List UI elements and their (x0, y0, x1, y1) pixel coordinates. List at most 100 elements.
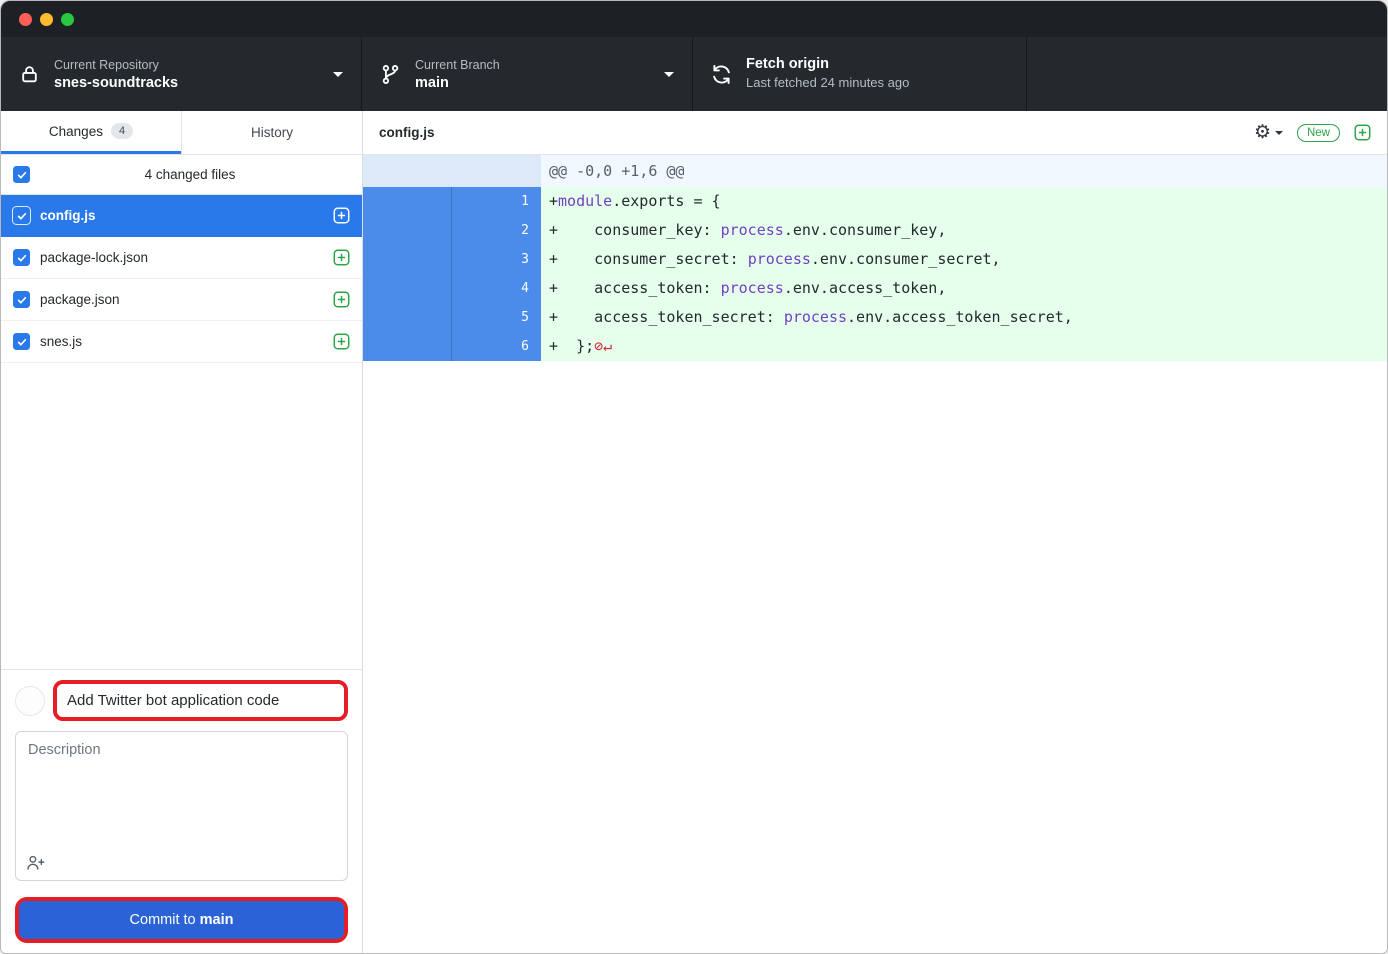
diff-actions: ⚙ New (1254, 123, 1371, 142)
diff-pane: config.js ⚙ New (363, 111, 1387, 953)
diff-line-gutter[interactable]: 1 (363, 187, 541, 216)
file-row[interactable]: package-lock.json (1, 237, 362, 279)
file-name: snes.js (40, 334, 323, 349)
old-line-number (363, 332, 452, 361)
file-added-icon (333, 249, 350, 266)
diff-line-gutter[interactable]: 3 (363, 245, 541, 274)
file-checkbox[interactable] (13, 291, 30, 308)
new-line-number: 1 (452, 187, 541, 216)
titlebar (1, 1, 1387, 37)
commit-button[interactable]: Commit to main (19, 901, 344, 939)
diff-line-code: + consumer_key: process.env.consumer_key… (541, 216, 1387, 245)
commit-description-input[interactable] (16, 732, 347, 880)
toolbar: Current Repository snes-soundtracks Curr… (1, 37, 1387, 111)
changed-files-count: 4 changed files (30, 167, 350, 182)
new-file-badge: New (1297, 124, 1340, 142)
fetch-label: Fetch origin (746, 56, 909, 72)
fetch-sublabel: Last fetched 24 minutes ago (746, 75, 909, 90)
changed-files-header: 4 changed files (1, 155, 362, 195)
close-window-button[interactable] (19, 13, 32, 26)
chevron-down-icon (664, 72, 674, 77)
tab-changes-label: Changes (49, 124, 103, 139)
changes-count-badge: 4 (111, 123, 133, 139)
diff-line-code: + consumer_secret: process.env.consumer_… (541, 245, 1387, 274)
sync-icon (711, 64, 732, 85)
diff-line-gutter[interactable]: 4 (363, 274, 541, 303)
file-checkbox[interactable] (13, 249, 30, 266)
diff-line: 3 + consumer_secret: process.env.consume… (363, 245, 1387, 274)
diff-line-gutter[interactable]: 6 (363, 332, 541, 361)
plus-square-icon (1354, 124, 1371, 141)
new-line-number: 3 (452, 245, 541, 274)
new-line-number: 4 (452, 274, 541, 303)
diff-line: 2 + consumer_key: process.env.consumer_k… (363, 216, 1387, 245)
diff-lines: 1 +module.exports = { 2 + consumer_key: … (363, 187, 1387, 361)
branch-name: main (415, 75, 500, 91)
tab-changes[interactable]: Changes 4 (1, 111, 181, 154)
git-branch-icon (380, 64, 401, 85)
fetch-origin-button[interactable]: Fetch origin Last fetched 24 minutes ago (693, 37, 1027, 111)
file-added-icon (333, 207, 350, 224)
repository-label: Current Repository (54, 58, 178, 72)
file-row[interactable]: config.js (1, 195, 362, 237)
lock-icon (19, 64, 40, 85)
diff-options-button[interactable]: ⚙ (1254, 123, 1283, 142)
old-line-number (363, 187, 452, 216)
new-line-number: 6 (452, 332, 541, 361)
gear-icon: ⚙ (1254, 123, 1271, 142)
diff-line-code: + access_token: process.env.access_token… (541, 274, 1387, 303)
annotation-highlight-summary (53, 680, 348, 721)
file-list: config.js package-lock.json package.json (1, 195, 362, 669)
file-name: package-lock.json (40, 250, 323, 265)
diff-line-gutter[interactable]: 2 (363, 216, 541, 245)
diff-line-gutter[interactable]: 5 (363, 303, 541, 332)
current-repository-dropdown[interactable]: Current Repository snes-soundtracks (1, 37, 362, 111)
main-content: Changes 4 History 4 changed files config… (1, 111, 1387, 953)
annotation-highlight-commit: Commit to main (15, 897, 348, 943)
current-branch-dropdown[interactable]: Current Branch main (362, 37, 693, 111)
diff-line-code: +module.exports = { (541, 187, 1387, 216)
branch-label: Current Branch (415, 58, 500, 72)
file-checkbox[interactable] (13, 207, 30, 224)
diff-header: config.js ⚙ New (363, 111, 1387, 155)
chevron-down-icon (333, 72, 343, 77)
file-added-icon (333, 333, 350, 350)
minimize-window-button[interactable] (40, 13, 53, 26)
diff-file-name: config.js (379, 125, 1254, 140)
old-line-number (363, 245, 452, 274)
chevron-down-icon (1275, 131, 1283, 135)
new-line-number: 5 (452, 303, 541, 332)
file-name: package.json (40, 292, 323, 307)
summary-row (15, 680, 348, 721)
zoom-window-button[interactable] (61, 13, 74, 26)
commit-summary-input[interactable] (57, 684, 344, 717)
file-added-icon (333, 291, 350, 308)
diff-body: @@ -0,0 +1,6 @@ 1 +module.exports = { 2 … (363, 155, 1387, 953)
avatar (15, 686, 45, 716)
old-line-number (363, 303, 452, 332)
repository-text: Current Repository snes-soundtracks (54, 58, 178, 91)
select-all-checkbox[interactable] (13, 166, 30, 183)
add-coauthor-icon[interactable] (26, 854, 46, 872)
file-row[interactable]: package.json (1, 279, 362, 321)
hunk-header-row: @@ -0,0 +1,6 @@ (363, 155, 1387, 187)
tab-history-label: History (251, 125, 293, 140)
description-box (15, 731, 348, 881)
tab-history[interactable]: History (181, 111, 362, 154)
sidebar-tabs: Changes 4 History (1, 111, 362, 155)
diff-line: 4 + access_token: process.env.access_tok… (363, 274, 1387, 303)
file-checkbox[interactable] (13, 333, 30, 350)
app-window: Current Repository snes-soundtracks Curr… (0, 0, 1388, 954)
old-line-number (363, 274, 452, 303)
sidebar: Changes 4 History 4 changed files config… (1, 111, 363, 953)
repository-name: snes-soundtracks (54, 75, 178, 91)
branch-text: Current Branch main (415, 58, 500, 91)
old-line-number (363, 216, 452, 245)
hunk-header-text: @@ -0,0 +1,6 @@ (541, 155, 1387, 187)
file-row[interactable]: snes.js (1, 321, 362, 363)
file-name: config.js (40, 208, 323, 223)
diff-line-code: + access_token_secret: process.env.acces… (541, 303, 1387, 332)
fetch-text: Fetch origin Last fetched 24 minutes ago (746, 56, 909, 93)
diff-line: 6 + };⊘↵ (363, 332, 1387, 361)
diff-line: 5 + access_token_secret: process.env.acc… (363, 303, 1387, 332)
